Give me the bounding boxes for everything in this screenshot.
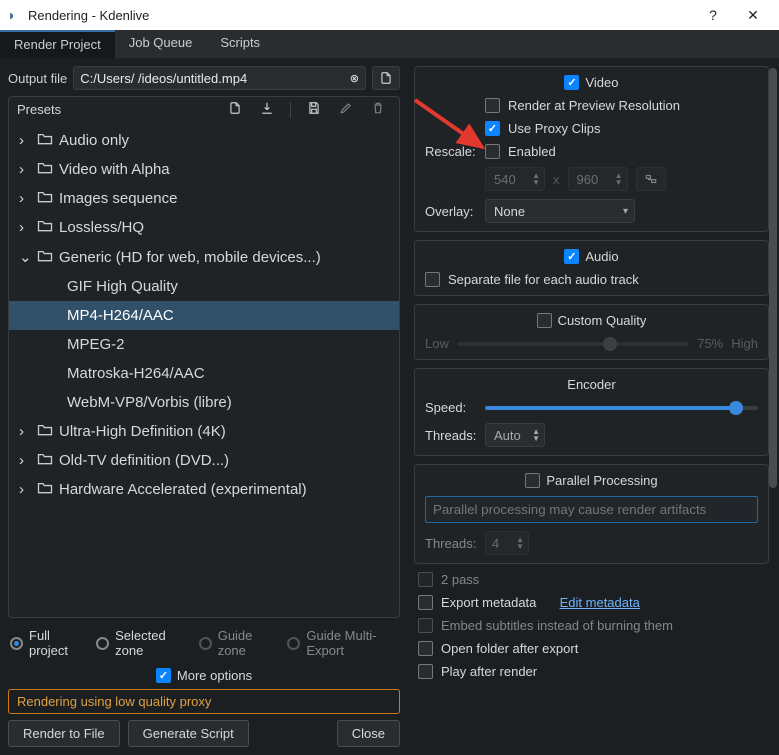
quality-section: Custom Quality Low 75% High — [414, 304, 769, 360]
export-metadata-label: Export metadata — [441, 595, 536, 610]
audio-enabled-checkbox[interactable]: ✓ — [564, 249, 579, 264]
preset-item[interactable]: MP4-H264/AAC — [9, 301, 399, 330]
encoder-threads-label: Threads: — [425, 428, 477, 443]
delete-preset-icon[interactable] — [365, 101, 391, 118]
use-proxy-checkbox[interactable]: ✓ — [485, 121, 500, 136]
new-preset-icon[interactable] — [222, 101, 248, 118]
preset-group[interactable]: ›Lossless/HQ — [9, 213, 399, 242]
use-proxy-label: Use Proxy Clips — [508, 121, 600, 136]
encoder-section: Encoder Speed: Threads: Auto▲▼ — [414, 368, 769, 456]
quality-slider[interactable] — [457, 342, 689, 346]
proxy-warning: Rendering using low quality proxy — [8, 689, 400, 714]
rescale-by: x — [553, 172, 560, 187]
help-button[interactable]: ? — [693, 7, 733, 23]
preset-item[interactable]: WebM-VP8/Vorbis (libre) — [9, 388, 399, 417]
video-heading: Video — [585, 75, 618, 90]
parallel-section: Parallel Processing Threads: 4▲▼ — [414, 464, 769, 564]
app-icon: ◑ — [6, 7, 22, 23]
render-to-file-button[interactable]: Render to File — [8, 720, 120, 747]
overlay-combo[interactable]: None▾ — [485, 199, 635, 223]
preset-tree[interactable]: ›Audio only›Video with Alpha›Images sequ… — [9, 122, 399, 617]
right-scrollbar[interactable] — [769, 68, 777, 745]
parallel-threads-label: Threads: — [425, 536, 477, 551]
parallel-threads-input[interactable]: 4▲▼ — [485, 531, 529, 555]
separate-audio-label: Separate file for each audio track — [448, 272, 639, 287]
preset-item[interactable]: Matroska-H264/AAC — [9, 359, 399, 388]
close-window-button[interactable]: ✕ — [733, 7, 773, 24]
separator — [290, 102, 291, 118]
play-after-checkbox[interactable] — [418, 664, 433, 679]
encoder-speed-slider[interactable] — [485, 406, 758, 410]
tab-render-project[interactable]: Render Project — [0, 30, 115, 58]
parallel-heading: Parallel Processing — [546, 473, 657, 488]
tab-bar: Render Project Job Queue Scripts — [0, 30, 779, 58]
radio-guide-multi[interactable]: Guide Multi-Export — [287, 628, 398, 658]
separate-audio-checkbox[interactable] — [425, 272, 440, 287]
radio-selected-zone[interactable]: Selected zone — [96, 628, 185, 658]
quality-low-label: Low — [425, 336, 449, 351]
two-pass-checkbox[interactable] — [418, 572, 433, 587]
clear-input-icon[interactable]: ⊗ — [350, 72, 359, 85]
preset-group[interactable]: ›Ultra-High Definition (4K) — [9, 417, 399, 446]
rescale-height-input[interactable]: 960▲▼ — [568, 167, 628, 191]
video-enabled-checkbox[interactable]: ✓ — [564, 75, 579, 90]
preset-group[interactable]: ›Hardware Accelerated (experimental) — [9, 475, 399, 504]
generate-script-button[interactable]: Generate Script — [128, 720, 249, 747]
two-pass-label: 2 pass — [441, 572, 479, 587]
quality-percent: 75% — [697, 336, 723, 351]
export-metadata-checkbox[interactable] — [418, 595, 433, 610]
presets-label: Presets — [17, 102, 61, 117]
reset-rescale-button[interactable] — [636, 167, 666, 191]
rescale-width-input[interactable]: 540▲▼ — [485, 167, 545, 191]
rescale-label: Rescale: — [425, 144, 477, 159]
browse-output-button[interactable] — [372, 66, 400, 90]
edit-preset-icon[interactable] — [333, 101, 359, 118]
save-preset-icon[interactable] — [301, 101, 327, 118]
rescale-enabled-checkbox[interactable] — [485, 144, 500, 159]
preset-item[interactable]: GIF High Quality — [9, 272, 399, 301]
radio-full-project[interactable]: Full project — [10, 628, 82, 658]
window-title: Rendering - Kdenlive — [28, 8, 693, 23]
render-preview-checkbox[interactable] — [485, 98, 500, 113]
encoder-threads-input[interactable]: Auto▲▼ — [485, 423, 545, 447]
embed-subtitles-checkbox[interactable] — [418, 618, 433, 633]
preset-group[interactable]: ›Old-TV definition (DVD...) — [9, 446, 399, 475]
output-file-input[interactable]: C:/Users/ /ideos/untitled.mp4 — [80, 71, 346, 86]
parallel-warning-input[interactable] — [425, 496, 758, 523]
radio-guide-zone[interactable]: Guide zone — [199, 628, 274, 658]
embed-subtitles-label: Embed subtitles instead of burning them — [441, 618, 673, 633]
preset-group[interactable]: ›Images sequence — [9, 184, 399, 213]
tab-job-queue[interactable]: Job Queue — [115, 30, 207, 58]
open-folder-checkbox[interactable] — [418, 641, 433, 656]
preset-group[interactable]: ⌄Generic (HD for web, mobile devices...) — [9, 242, 399, 272]
render-preview-label: Render at Preview Resolution — [508, 98, 680, 113]
audio-heading: Audio — [585, 249, 618, 264]
output-file-label: Output file — [8, 71, 67, 86]
close-button[interactable]: Close — [337, 720, 400, 747]
quality-heading: Custom Quality — [558, 313, 647, 328]
video-section: ✓ Video Render at Preview Resolution ✓ U… — [414, 66, 769, 232]
preset-group[interactable]: ›Video with Alpha — [9, 155, 399, 184]
quality-high-label: High — [731, 336, 758, 351]
overlay-label: Overlay: — [425, 204, 477, 219]
rescale-enabled-label: Enabled — [508, 144, 556, 159]
play-after-label: Play after render — [441, 664, 537, 679]
preset-group[interactable]: ›Audio only — [9, 126, 399, 155]
encoder-speed-label: Speed: — [425, 400, 477, 415]
more-options-label: More options — [177, 668, 252, 683]
audio-section: ✓ Audio Separate file for each audio tra… — [414, 240, 769, 296]
open-folder-label: Open folder after export — [441, 641, 578, 656]
tab-scripts[interactable]: Scripts — [206, 30, 274, 58]
download-preset-icon[interactable] — [254, 101, 280, 118]
more-options-checkbox[interactable]: ✓ — [156, 668, 171, 683]
edit-metadata-link[interactable]: Edit metadata — [560, 595, 640, 610]
preset-item[interactable]: MPEG-2 — [9, 330, 399, 359]
custom-quality-checkbox[interactable] — [537, 313, 552, 328]
encoder-heading: Encoder — [567, 377, 615, 392]
parallel-checkbox[interactable] — [525, 473, 540, 488]
